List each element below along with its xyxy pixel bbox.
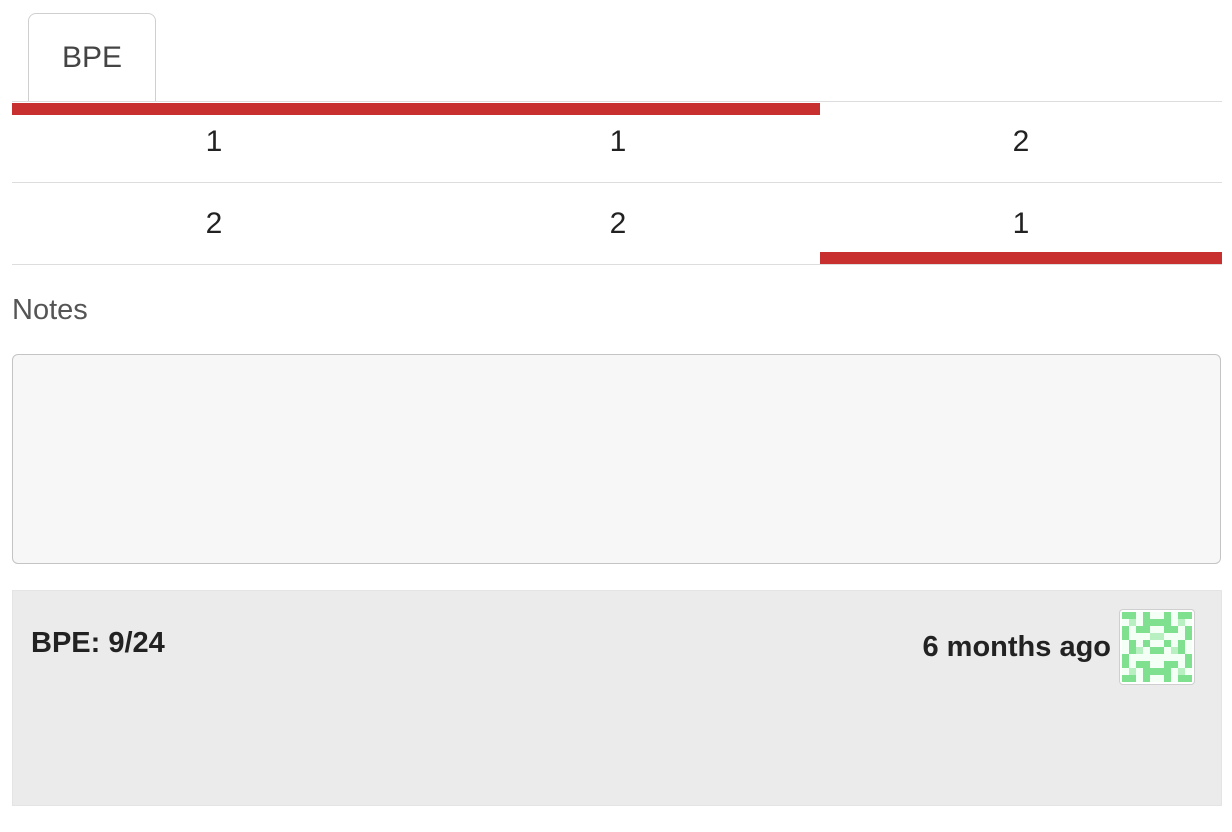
score-cell-upper-left[interactable]: 2 (820, 102, 1222, 182)
score-row-lower: 2 2 1 (12, 182, 1222, 265)
identicon-avatar-icon (1122, 612, 1192, 682)
score-cell-lower-left[interactable]: 1 (820, 183, 1222, 264)
notes-label: Notes (12, 294, 88, 326)
score-cell-lower-left-value: 1 (1012, 206, 1030, 240)
score-cell-lower-anterior[interactable]: 2 (416, 183, 820, 264)
notes-field[interactable] (12, 354, 1221, 564)
score-grid: 1 1 2 2 2 1 (12, 101, 1222, 265)
score-cell-lower-right[interactable]: 2 (12, 183, 416, 264)
score-cell-upper-right[interactable]: 1 (12, 102, 416, 182)
lower-left-mark (820, 252, 1222, 264)
tab-bpe[interactable]: BPE (28, 13, 156, 101)
score-cell-upper-anterior[interactable]: 1 (416, 102, 820, 182)
score-row-upper: 1 1 2 (12, 101, 1222, 182)
comment-text: BPE: 9/24 (31, 627, 165, 659)
tab-bpe-label: BPE (61, 40, 123, 74)
comment-timestamp: 6 months ago (922, 630, 1111, 663)
avatar[interactable] (1119, 609, 1195, 685)
bpe-page: BPE 1 1 2 2 2 1 Notes BPE: 9/24 6 months… (0, 0, 1232, 832)
comment-box: BPE: 9/24 6 months ago (12, 590, 1222, 806)
comment-meta: 6 months ago (922, 609, 1195, 685)
